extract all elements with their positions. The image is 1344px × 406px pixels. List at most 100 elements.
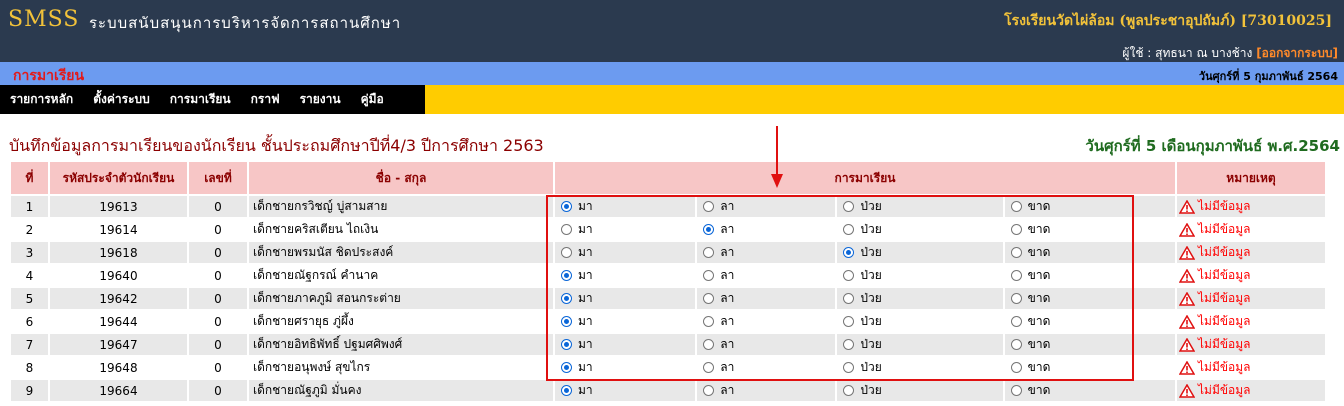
radio-button[interactable] xyxy=(561,339,572,350)
radio-button[interactable] xyxy=(703,316,715,327)
table-row: 4 19640 0 เด็กชายณัฐกรณ์ คำนาค มา ลา ป่วย ขาด ไม… xyxy=(11,265,1325,286)
attendance-option[interactable]: ขาด xyxy=(1005,381,1175,400)
attendance-option[interactable]: ป่วย xyxy=(837,266,1002,285)
attendance-option[interactable]: ลา xyxy=(697,312,835,331)
radio-button[interactable] xyxy=(843,247,855,258)
attendance-option[interactable]: ลา xyxy=(697,289,835,308)
attendance-option[interactable]: ลา xyxy=(697,243,835,262)
menu-item-2[interactable]: การมาเรียน xyxy=(160,90,241,109)
radio-button[interactable] xyxy=(1010,247,1022,258)
radio-button[interactable] xyxy=(1010,201,1022,212)
page-date: วันศุกร์ที่ 5 เดือนกุมภาพันธ์ พ.ศ.2564 xyxy=(1085,137,1340,155)
attendance-option[interactable]: ลา xyxy=(697,197,835,216)
attendance-option[interactable]: ป่วย xyxy=(837,220,1002,239)
radio-button[interactable] xyxy=(843,201,855,212)
attendance-option[interactable]: ลา xyxy=(697,266,835,285)
radio-button[interactable] xyxy=(703,339,715,350)
attendance-option[interactable]: ขาด xyxy=(1005,289,1175,308)
table-row: 3 19618 0 เด็กชายพรมนัส ชิดประสงค์ มา ลา ป่วย ข… xyxy=(11,242,1325,263)
menu-item-3[interactable]: กราฟ xyxy=(241,90,290,109)
attendance-option[interactable]: ลา xyxy=(697,381,835,400)
radio-label: ลา xyxy=(720,222,735,236)
radio-button[interactable] xyxy=(703,362,715,373)
row-no: 7 xyxy=(11,334,48,355)
attendance-option[interactable]: ป่วย xyxy=(837,312,1002,331)
attendance-option[interactable]: ป่วย xyxy=(837,289,1002,308)
radio-button[interactable] xyxy=(561,316,572,327)
radio-button[interactable] xyxy=(703,270,715,281)
attendance-option[interactable]: มา xyxy=(555,266,695,285)
remark-cell: ไม่มีข้อมูล xyxy=(1177,196,1325,217)
attendance-option[interactable]: มา xyxy=(555,312,695,331)
radio-button[interactable] xyxy=(561,270,572,281)
attendance-option[interactable]: มา xyxy=(555,243,695,262)
radio-button[interactable] xyxy=(1010,224,1022,235)
radio-button[interactable] xyxy=(703,201,715,212)
user-info: ผู้ใช้ : สุทธนา ณ บางช้าง [ออกจากระบบ] xyxy=(1122,44,1338,63)
attendance-option[interactable]: ขาด xyxy=(1005,266,1175,285)
radio-button[interactable] xyxy=(561,247,572,258)
radio-button[interactable] xyxy=(561,362,572,373)
radio-button[interactable] xyxy=(1010,339,1022,350)
radio-button[interactable] xyxy=(1010,385,1022,396)
attendance-option[interactable]: มา xyxy=(555,358,695,377)
attendance-option[interactable]: ขาด xyxy=(1005,197,1175,216)
menu-item-4[interactable]: รายงาน xyxy=(290,90,351,109)
radio-button[interactable] xyxy=(1010,362,1022,373)
radio-button[interactable] xyxy=(561,224,572,235)
logout-link[interactable]: [ออกจากระบบ] xyxy=(1256,46,1338,60)
radio-button[interactable] xyxy=(1010,270,1022,281)
radio-button[interactable] xyxy=(703,293,715,304)
menu-item-1[interactable]: ตั้งค่าระบบ xyxy=(83,90,160,109)
radio-button[interactable] xyxy=(843,316,855,327)
attendance-option-cell: ป่วย xyxy=(837,196,1003,217)
radio-button[interactable] xyxy=(561,293,572,304)
remark-cell: ไม่มีข้อมูล xyxy=(1177,311,1325,332)
row-no: 1 xyxy=(11,196,48,217)
attendance-option-cell: ป่วย xyxy=(837,288,1003,309)
radio-button[interactable] xyxy=(561,201,572,212)
attendance-option[interactable]: ลา xyxy=(697,358,835,377)
attendance-option[interactable]: มา xyxy=(555,197,695,216)
attendance-option[interactable]: ป่วย xyxy=(837,335,1002,354)
menu-item-0[interactable]: รายการหลัก xyxy=(0,90,83,109)
attendance-option[interactable]: ป่วย xyxy=(837,197,1002,216)
radio-button[interactable] xyxy=(561,385,572,396)
radio-button[interactable] xyxy=(703,385,715,396)
attendance-option[interactable]: มา xyxy=(555,289,695,308)
menu-item-5[interactable]: คู่มือ xyxy=(351,90,394,109)
col-no-header: ที่ xyxy=(11,162,48,194)
attendance-option[interactable]: ขาด xyxy=(1005,243,1175,262)
attendance-option[interactable]: มา xyxy=(555,381,695,400)
attendance-option[interactable]: ป่วย xyxy=(837,358,1002,377)
attendance-option[interactable]: มา xyxy=(555,335,695,354)
radio-button[interactable] xyxy=(843,362,855,373)
radio-button[interactable] xyxy=(1010,316,1022,327)
attendance-option[interactable]: ขาด xyxy=(1005,358,1175,377)
radio-button[interactable] xyxy=(843,339,855,350)
radio-button[interactable] xyxy=(843,293,855,304)
attendance-option[interactable]: ขาด xyxy=(1005,335,1175,354)
attendance-option-cell: ขาด xyxy=(1004,311,1175,332)
table-row: 5 19642 0 เด็กชายภาคภูมิ สอนกระต่าย มา ลา ป่วย… xyxy=(11,288,1325,309)
attendance-option-cell: ขาด xyxy=(1004,265,1175,286)
attendance-option[interactable]: ขาด xyxy=(1005,312,1175,331)
radio-button[interactable] xyxy=(843,224,855,235)
radio-button[interactable] xyxy=(703,247,715,258)
attendance-option[interactable]: ป่วย xyxy=(837,381,1002,400)
attendance-option[interactable]: ขาด xyxy=(1005,220,1175,239)
row-no: 8 xyxy=(11,357,48,378)
remark-cell: ไม่มีข้อมูล xyxy=(1177,219,1325,240)
attendance-option[interactable]: ป่วย xyxy=(837,243,1002,262)
radio-button[interactable] xyxy=(1010,293,1022,304)
attendance-option-cell: มา xyxy=(555,311,696,332)
attendance-option[interactable]: ลา xyxy=(697,335,835,354)
radio-label: ลา xyxy=(720,245,735,259)
radio-button[interactable] xyxy=(703,224,715,235)
attendance-option[interactable]: มา xyxy=(555,220,695,239)
radio-button[interactable] xyxy=(843,270,855,281)
radio-button[interactable] xyxy=(843,385,855,396)
attendance-option[interactable]: ลา xyxy=(697,220,835,239)
radio-label: ลา xyxy=(720,314,735,328)
table-row: 9 19664 0 เด็กชายณัฐภูมิ มั่นคง มา ลา ป่วย ขาด ไ… xyxy=(11,380,1325,401)
